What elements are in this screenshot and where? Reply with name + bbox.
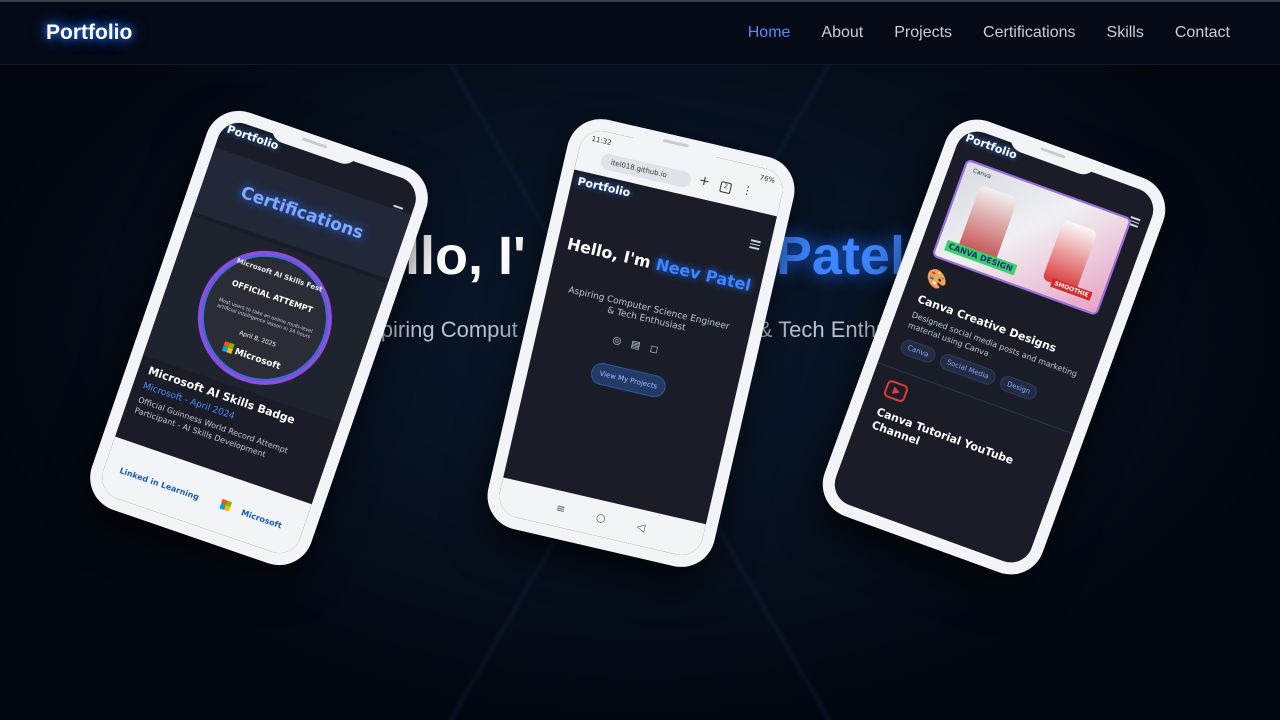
hero-title-highlight: Patel xyxy=(775,226,905,286)
mini-hero-name: Neev Patel xyxy=(653,254,753,295)
microsoft-footer-label: Microsoft xyxy=(239,508,283,531)
instagram-icon: ◻ xyxy=(648,343,669,359)
mini-hero-prefix: Hello, I'm xyxy=(565,234,659,274)
nav-link-skills[interactable]: Skills xyxy=(1107,24,1144,42)
tag-design: Design xyxy=(997,373,1040,402)
canva-design-image: Canva CANVA DESIGN SMOOTHIE xyxy=(931,158,1133,317)
linkedin-icon: ▤ xyxy=(629,338,652,355)
mini-view-projects-button: View My Projects xyxy=(588,360,668,400)
bottle-graphic-2 xyxy=(1042,219,1098,292)
nav-link-projects[interactable]: Projects xyxy=(894,24,952,42)
microsoft-logo-icon xyxy=(219,498,233,512)
more-menu-icon[interactable]: ⋮ xyxy=(741,183,755,198)
status-time: 11:32 xyxy=(590,134,613,148)
ai-skills-badge: Microsoft AI Skills Fest OFFICIAL ATTEMP… xyxy=(179,232,351,403)
tab-count-icon[interactable]: 2 xyxy=(719,180,733,195)
back-icon: ◁ xyxy=(635,519,678,542)
nav-links: Home About Projects Certifications Skill… xyxy=(748,24,1230,42)
linkedin-learning-logo: Linked in Learning xyxy=(118,466,201,502)
microsoft-logo-icon xyxy=(221,341,235,354)
badge-top-text: Microsoft AI Skills Fest xyxy=(235,256,324,294)
mini-hero-title: Hello, I'm Neev Patel xyxy=(556,232,763,297)
status-battery: 76% xyxy=(758,173,776,185)
microsoft-footer-logo: Microsoft xyxy=(213,498,288,532)
nav-link-contact[interactable]: Contact xyxy=(1175,24,1230,42)
nav-link-certifications[interactable]: Certifications xyxy=(983,24,1075,42)
top-navbar: Portfolio Home About Projects Certificat… xyxy=(0,0,1280,65)
youtube-project-title: Canva Tutorial YouTube Channel xyxy=(869,405,1016,467)
hero-subtitle-left: piring Comput xyxy=(380,317,518,342)
brand-logo[interactable]: Portfolio xyxy=(46,21,132,45)
youtube-icon xyxy=(882,378,910,404)
nav-link-about[interactable]: About xyxy=(821,24,863,42)
badge-official-text: OFFICIAL ATTEMPT xyxy=(230,278,314,315)
home-icon: ○ xyxy=(594,510,639,533)
hamburger-menu-icon xyxy=(749,239,761,251)
badge-brand-label: Microsoft xyxy=(233,347,282,373)
tag-canva: Canva xyxy=(898,337,938,365)
canva-caption: Canva xyxy=(971,167,992,181)
palette-icon: 🎨 xyxy=(922,266,951,294)
nav-link-home[interactable]: Home xyxy=(748,24,791,42)
new-tab-icon[interactable]: + xyxy=(697,173,711,190)
menu-icon: ≡ xyxy=(554,501,598,524)
